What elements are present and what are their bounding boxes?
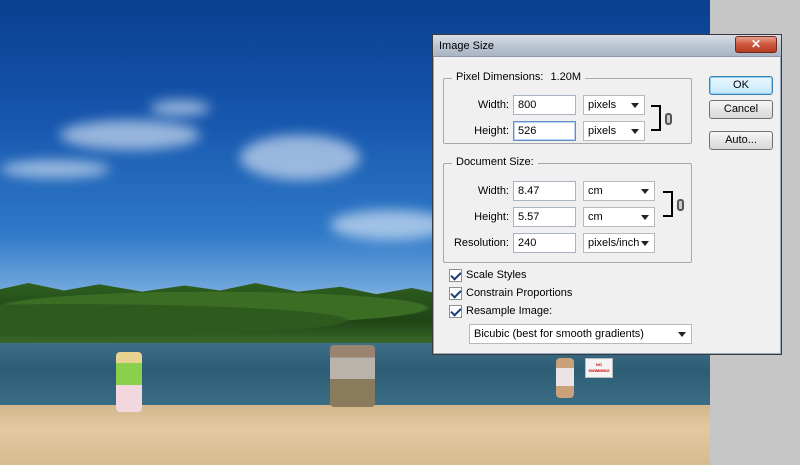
chevron-down-icon [641,189,649,194]
doc-width-input[interactable]: 8.47 [513,181,576,201]
chevron-down-icon [641,241,649,246]
image-size-dialog: Image Size ✕ Pixel Dimensions: 1.20M Wid… [432,34,782,355]
chevron-down-icon [678,332,686,337]
chevron-down-icon [631,129,639,134]
cloud [150,100,210,116]
constrain-proportions-checkbox[interactable] [449,287,462,300]
resolution-label: Resolution: [453,237,509,249]
close-button[interactable]: ✕ [735,36,777,53]
doc-height-unit-select[interactable]: cm [583,207,655,227]
resolution-input[interactable]: 240 [513,233,576,253]
doc-height-label: Height: [474,211,509,223]
link-icon [665,113,672,125]
pixel-width-input[interactable]: 800 [513,95,576,115]
child-figure [116,352,142,412]
doc-width-label: Width: [477,185,509,197]
pixel-height-unit-select[interactable]: pixels [583,121,645,141]
cloud [60,120,200,150]
link-icon [677,199,684,211]
beach-sand [0,405,710,465]
dialog-titlebar[interactable]: Image Size ✕ [433,35,781,57]
cloud [240,135,360,180]
constrain-proportions-label: Constrain Proportions [466,287,573,299]
resample-method-select[interactable]: Bicubic (best for smooth gradients) [469,324,692,344]
constrain-bracket [663,191,673,217]
resolution-unit-select[interactable]: pixels/inch [583,233,655,253]
cloud [0,160,110,178]
scale-styles-checkbox[interactable] [449,269,462,282]
close-icon: ✕ [750,37,762,51]
pixel-width-label: Width: [477,99,509,111]
no-swimming-sign: NO SWIMMING [585,358,613,378]
pixel-dimensions-legend: Pixel Dimensions: 1.20M [452,71,586,83]
cancel-button[interactable]: Cancel [709,100,773,119]
dialog-body: Pixel Dimensions: 1.20M Width: 800 pixel… [439,61,775,348]
doc-height-input[interactable]: 5.57 [513,207,576,227]
scale-styles-label: Scale Styles [466,269,527,281]
doc-width-unit-select[interactable]: cm [583,181,655,201]
chevron-down-icon [631,103,639,108]
photographer-figure [330,345,375,407]
pixel-dimensions-size: 1.20M [550,71,582,83]
chevron-down-icon [641,215,649,220]
resample-image-checkbox[interactable] [449,305,462,318]
resample-image-label: Resample Image: [466,305,553,317]
document-size-legend: Document Size: [452,156,538,168]
auto-button[interactable]: Auto... [709,131,773,150]
dialog-title: Image Size [439,40,495,52]
pixel-width-unit-select[interactable]: pixels [583,95,645,115]
child-figure [556,358,574,398]
pixel-height-input[interactable]: 526 [513,121,576,141]
pixel-height-label: Height: [474,125,509,137]
constrain-bracket [651,105,661,131]
ok-button[interactable]: OK [709,76,773,95]
